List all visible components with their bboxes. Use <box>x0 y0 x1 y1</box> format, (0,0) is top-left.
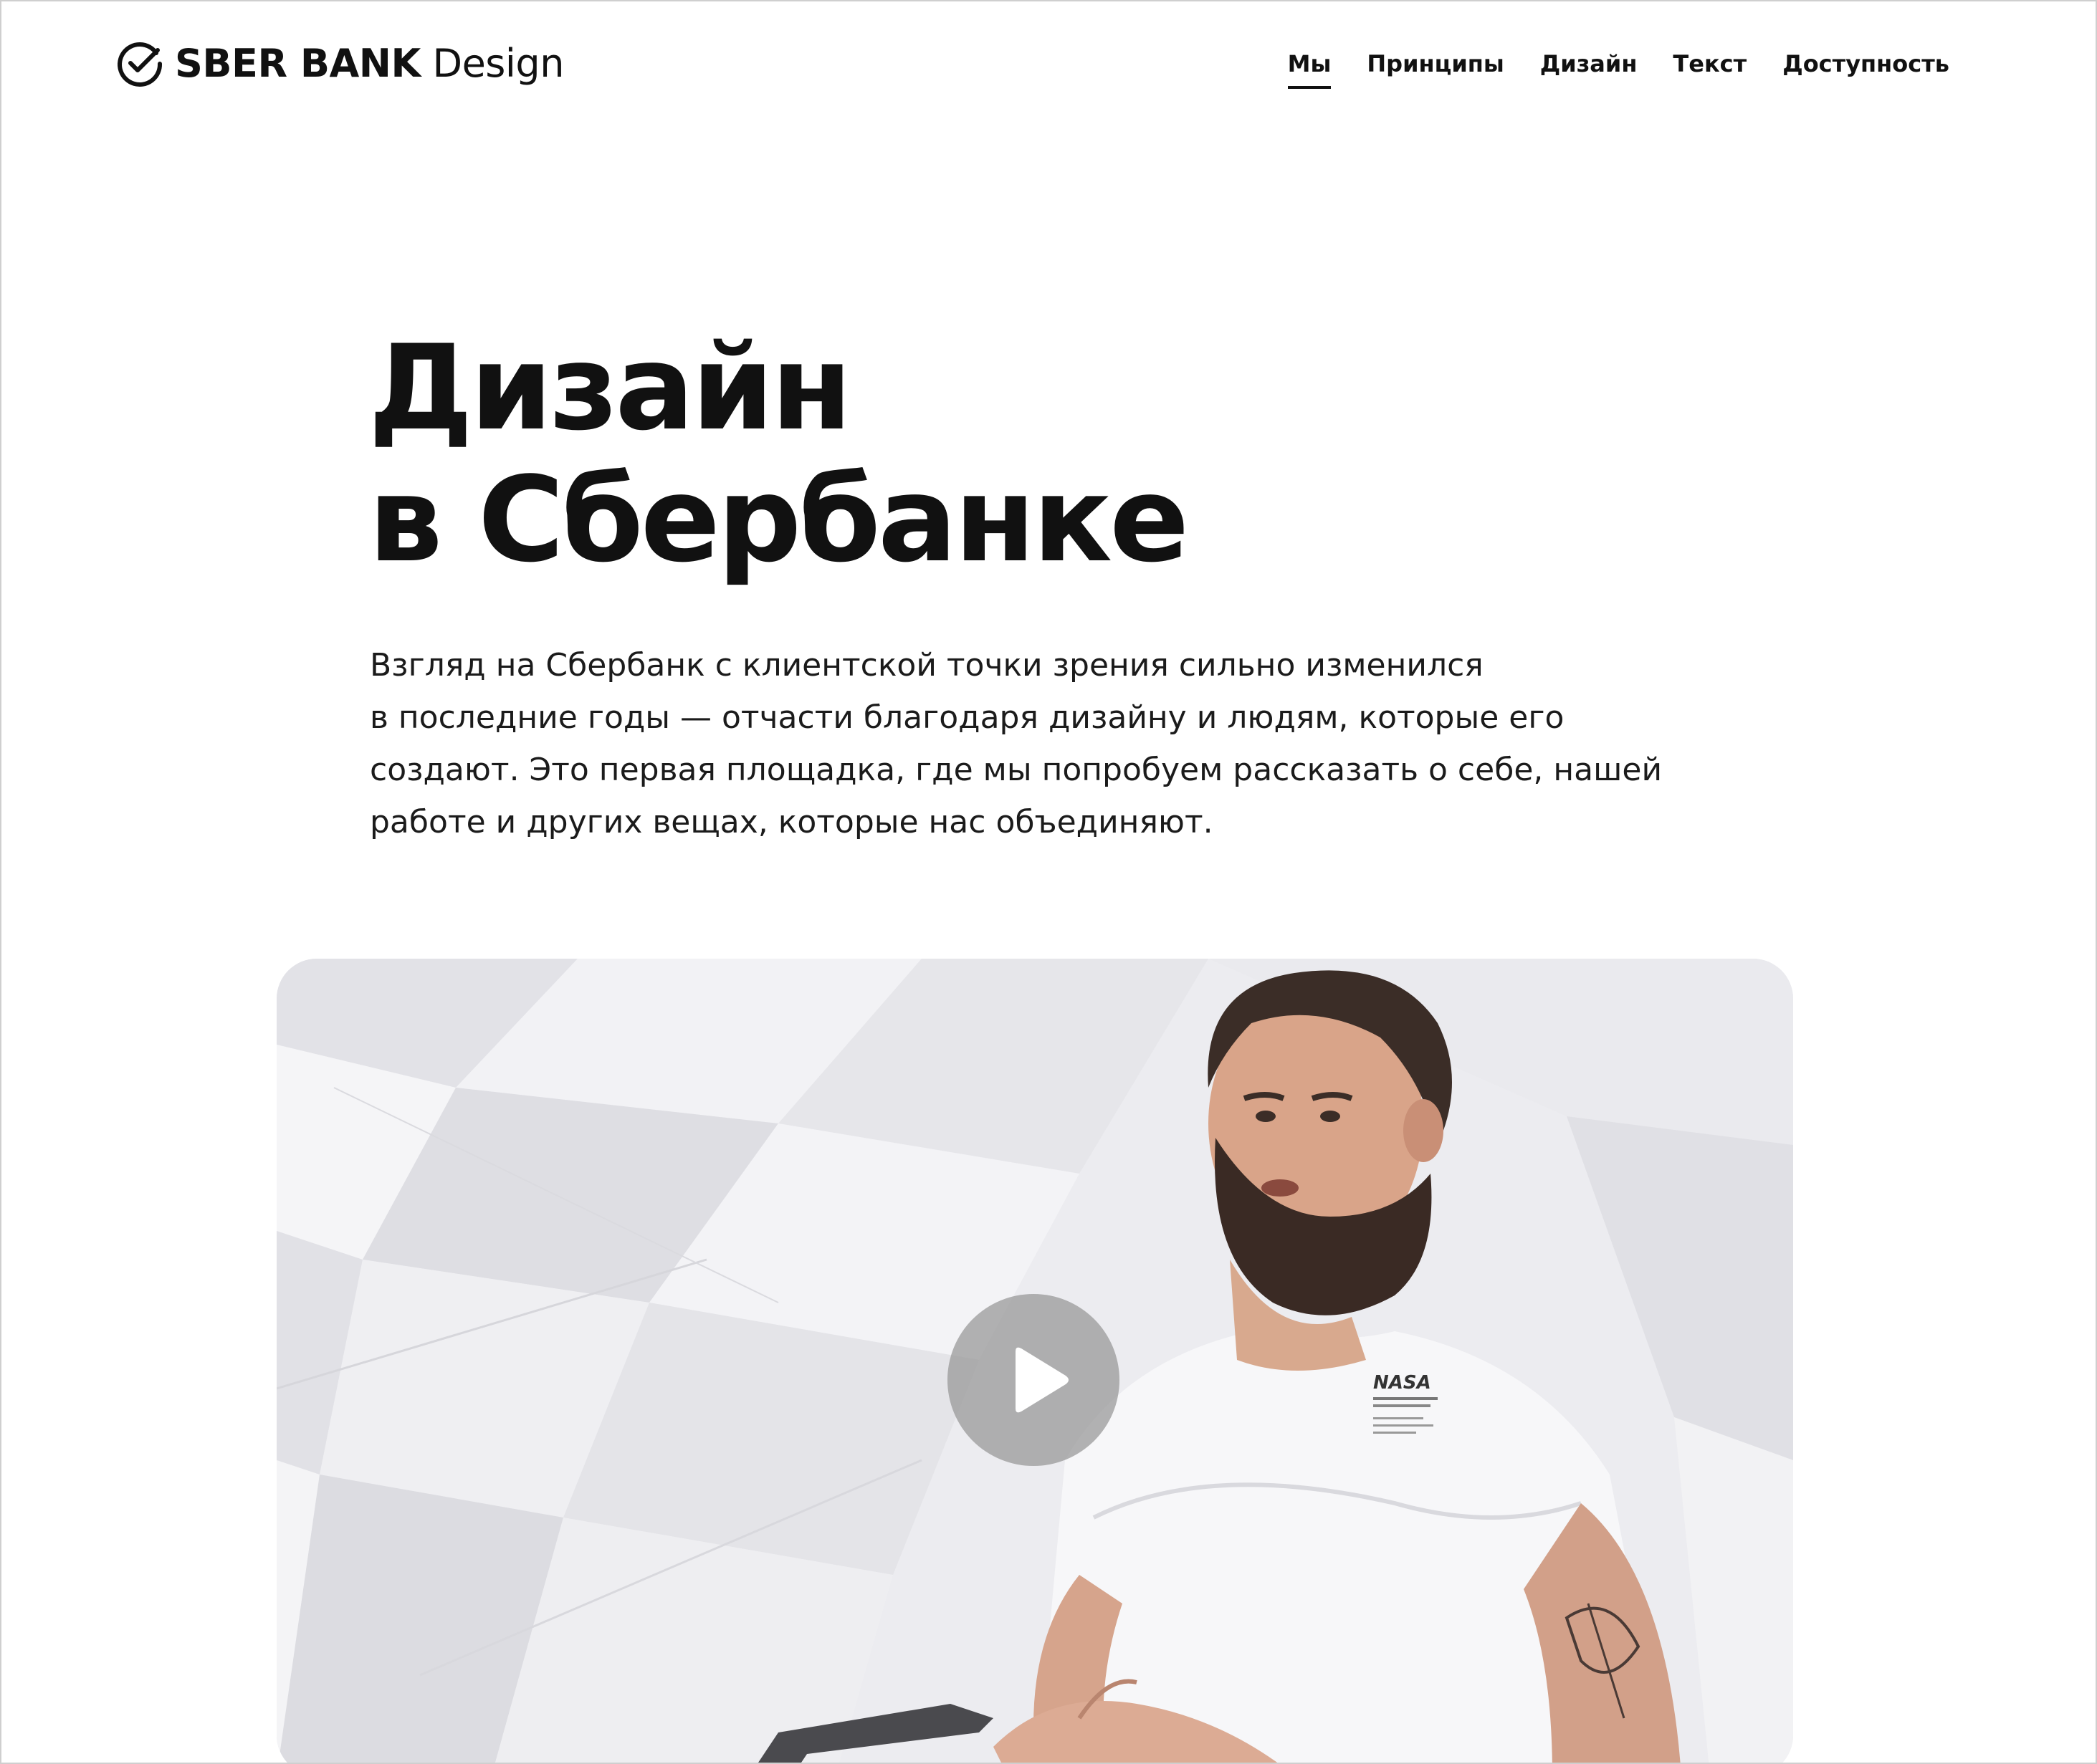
nav-item-accessibility[interactable]: Доступность <box>1782 46 1949 89</box>
nav-item-we[interactable]: Мы <box>1287 46 1331 89</box>
nav-item-text[interactable]: Текст <box>1673 46 1747 89</box>
intro-line-1: Взгляд на Сбербанк с клиентской точки зр… <box>370 647 1484 684</box>
logo-suffix: Design <box>432 41 564 86</box>
logo-link[interactable]: SBER BANK Design <box>116 39 564 89</box>
page-title-line-1: Дизайн <box>368 320 852 456</box>
logo-brand: SBER BANK <box>175 41 421 86</box>
intro-line-2: в последние годы — отчасти благодаря диз… <box>370 699 1565 736</box>
play-icon <box>1016 1347 1069 1413</box>
intro-line-3: создают. Это первая площадка, где мы поп… <box>370 752 1663 788</box>
site-header: SBER BANK Design Мы Принципы Дизайн Текс… <box>1 1 2096 130</box>
intro-line-4: работе и других вещах, которые нас объед… <box>370 804 1213 840</box>
video-player[interactable]: NASA <box>277 959 1793 1763</box>
nav-item-design[interactable]: Дизайн <box>1540 46 1638 89</box>
page: SBER BANK Design Мы Принципы Дизайн Текс… <box>0 0 2097 1764</box>
page-title-line-2: в Сбербанке <box>368 451 1189 588</box>
shirt-print-text: NASA <box>1373 1372 1431 1394</box>
logo-wordmark: SBER BANK Design <box>175 40 564 87</box>
main-nav: Мы Принципы Дизайн Текст Доступность <box>1287 46 1949 89</box>
nav-item-principles[interactable]: Принципы <box>1367 46 1504 89</box>
play-button[interactable] <box>947 1294 1119 1466</box>
sber-check-circle-icon <box>118 42 163 87</box>
intro-paragraph: Взгляд на Сбербанк с клиентской точки зр… <box>370 639 1731 848</box>
page-title: Дизайн в Сбербанке <box>368 320 1189 588</box>
